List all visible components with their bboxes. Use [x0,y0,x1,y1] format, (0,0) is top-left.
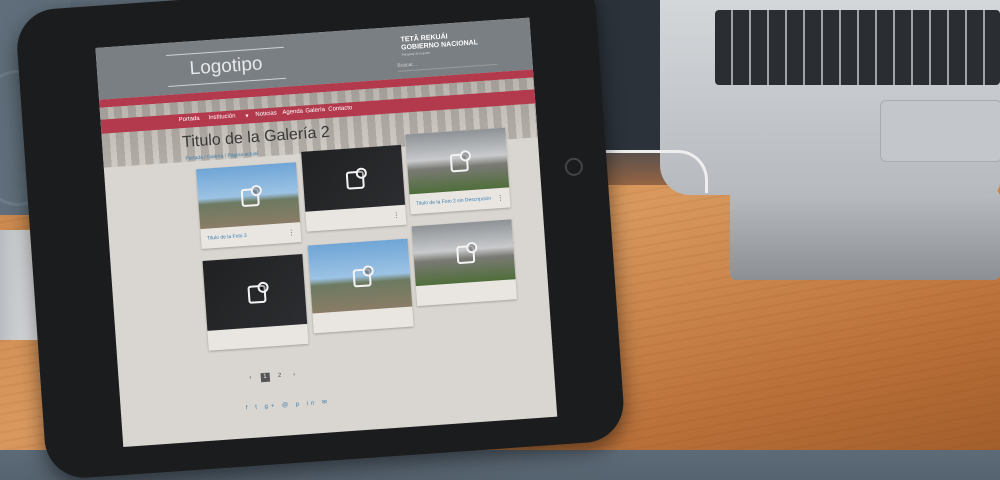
nav-item-galeria[interactable]: Galería [305,107,325,114]
tablet-device: Logotipo TETÃ REKUÁI GOBIERNO NACIONAL P… [14,0,627,480]
government-logo: TETÃ REKUÁI GOBIERNO NACIONAL Paraguay d… [400,31,478,56]
gallery-thumbnail[interactable] [307,238,413,314]
gallery-thumbnail[interactable] [301,144,406,212]
pagination: ‹ 1 2 › [244,370,302,383]
zoom-image-icon [247,284,267,304]
nav-item-portada[interactable]: Portada [178,116,199,123]
nav-item-agenda[interactable]: Agenda [282,109,303,116]
nav-item-noticias[interactable]: Noticias [255,110,277,117]
gallery-caption[interactable]: Titulo de la Foto 3 [207,233,247,242]
gallery-thumbnail[interactable] [405,127,510,195]
gallery-thumbnail[interactable] [196,162,301,230]
zoom-image-icon [240,187,260,208]
site-logo[interactable]: Logotipo [166,46,287,87]
laptop-stand [730,190,1000,280]
gallery-card[interactable] [307,238,414,334]
more-options-icon[interactable]: ⋮ [288,228,295,236]
nav-item-institucion[interactable]: Institución [208,113,235,121]
home-button[interactable] [564,157,584,177]
zoom-image-icon [449,153,469,173]
laptop-keyboard [715,10,1000,85]
gallery-card[interactable]: Titulo de la Foto 3 ⋮ [196,162,302,250]
zoom-image-icon [352,268,372,288]
gallery-card[interactable] [202,254,309,351]
search-input[interactable]: Buscar... [397,55,498,72]
social-share-icons[interactable]: f t g+ @ p in ✉ [246,398,331,411]
prev-page-icon[interactable]: ‹ [246,374,256,384]
laptop-trackpad [880,100,1000,162]
gallery-thumbnail[interactable] [411,219,516,287]
page-button-2[interactable]: 2 [275,372,285,382]
nav-item-contacto[interactable]: Contacto [328,105,352,113]
tablet-screen: Logotipo TETÃ REKUÁI GOBIERNO NACIONAL P… [95,17,558,447]
page-button-1[interactable]: 1 [260,372,270,383]
gallery-card[interactable] [411,219,517,307]
zoom-image-icon [345,170,365,190]
more-options-icon[interactable]: ⋮ [393,211,400,219]
more-options-icon[interactable]: ⋮ [497,194,504,202]
zoom-image-icon [456,245,476,265]
gallery-card[interactable]: Titulo de la Foto 2 sin Descripción ⋮ [405,127,511,215]
gallery-thumbnail[interactable] [202,254,308,331]
gallery-card[interactable]: ⋮ [301,144,407,232]
gallery-caption[interactable]: Titulo de la Foto 2 sin Descripción [416,196,491,207]
next-page-icon[interactable]: › [289,371,299,381]
chevron-down-icon[interactable]: ▾ [245,112,248,119]
